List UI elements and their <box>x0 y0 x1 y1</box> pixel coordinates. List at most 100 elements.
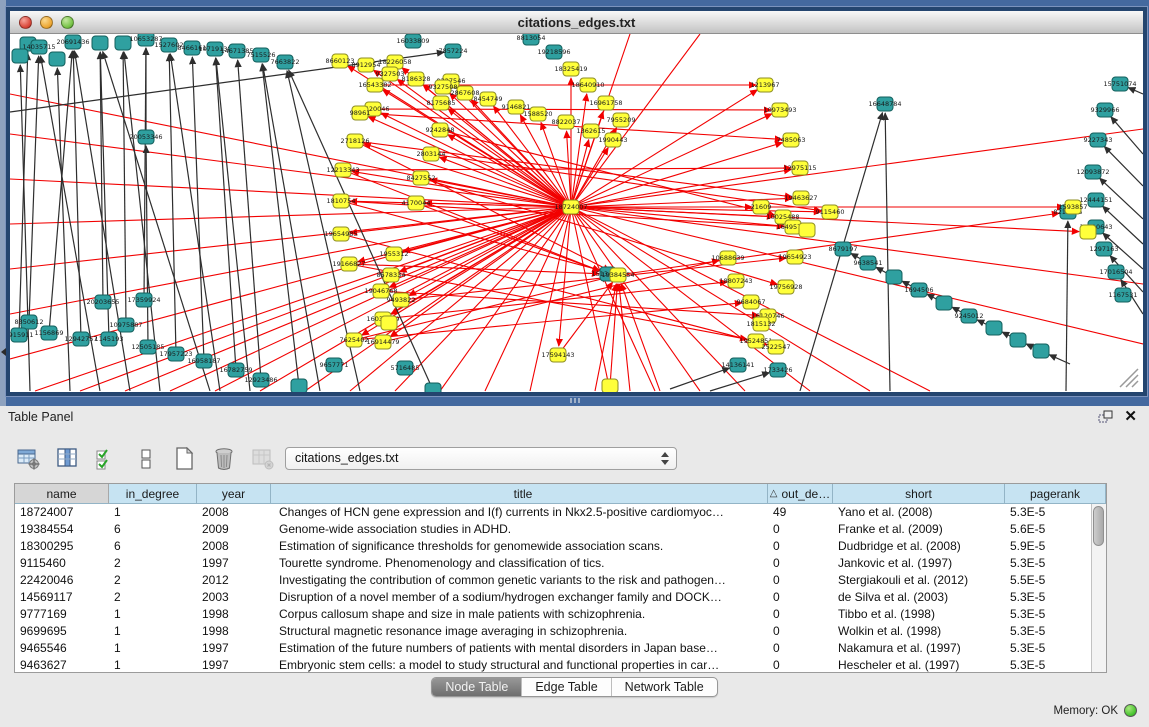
graph-edge[interactable] <box>571 94 587 207</box>
table-row[interactable]: 946554611997Estimation of the future num… <box>15 640 1106 657</box>
graph-node[interactable]: 17016504 <box>1099 265 1132 279</box>
graph-node[interactable]: 16914479 <box>366 335 399 349</box>
graph-edge[interactable] <box>448 135 571 207</box>
graph-node[interactable]: 1297163 <box>1090 242 1119 256</box>
graph-node[interactable]: 1145193 <box>95 332 124 346</box>
graph-node[interactable]: 19166827 <box>332 257 365 271</box>
graph-node[interactable]: 1588520 <box>524 107 553 121</box>
graph-node[interactable]: 16782759 <box>219 363 252 377</box>
graph-edge[interactable] <box>571 207 745 391</box>
graph-edge[interactable] <box>216 58 250 391</box>
column-header-short[interactable]: short <box>833 484 1005 504</box>
graph-node[interactable]: 12975115 <box>783 161 816 175</box>
graph-edge[interactable] <box>29 56 39 322</box>
graph-edge[interactable] <box>619 284 630 391</box>
graph-node[interactable] <box>291 379 307 392</box>
graph-node[interactable]: 8813054 <box>517 34 546 45</box>
graph-node[interactable]: 16961758 <box>589 96 622 110</box>
graph-node[interactable]: 10975887 <box>109 318 142 332</box>
graph-node[interactable] <box>799 223 815 237</box>
table-row[interactable]: 969969511998Structural magnetic resonanc… <box>15 623 1106 640</box>
table-settings-icon[interactable] <box>16 445 42 473</box>
graph-node[interactable]: 12942757 <box>64 332 97 346</box>
graph-node[interactable]: 1156869 <box>35 326 64 340</box>
graph-node[interactable]: 1990443 <box>599 133 628 147</box>
graph-node[interactable]: 7955209 <box>607 113 636 127</box>
graph-node[interactable]: 9227343 <box>1084 133 1113 147</box>
table-row[interactable]: 946362711997Embryonic stem cells: a mode… <box>15 657 1106 672</box>
graph-edge[interactable] <box>1111 117 1143 154</box>
graph-node[interactable]: 8578334 <box>377 268 406 282</box>
table-row[interactable]: 911546021997Tourette syndrome. Phenomeno… <box>15 555 1106 572</box>
graph-node[interactable]: 9242848 <box>426 123 455 137</box>
graph-node[interactable]: 1213967 <box>751 78 780 92</box>
graph-node[interactable]: 2803144 <box>417 147 446 161</box>
graph-edge[interactable] <box>146 146 148 347</box>
new-table-icon[interactable] <box>172 445 198 473</box>
graph-node[interactable] <box>92 36 108 50</box>
unselect-all-icon[interactable] <box>133 445 159 473</box>
graph-node[interactable]: 3915911 <box>10 328 33 342</box>
table-vertical-scrollbar[interactable] <box>1091 504 1106 672</box>
graph-edge[interactable] <box>263 64 320 391</box>
graph-edge[interactable] <box>1104 146 1143 186</box>
table-source-select[interactable]: citations_edges.txt <box>285 447 677 470</box>
graph-node[interactable]: 4170044 <box>402 196 431 210</box>
graph-node[interactable]: 16958187 <box>187 354 220 368</box>
graph-edge[interactable] <box>19 53 28 335</box>
graph-node[interactable]: 19463627 <box>784 191 817 205</box>
graph-edge[interactable] <box>216 58 236 370</box>
graph-node[interactable] <box>1033 344 1049 358</box>
graph-edge[interactable] <box>373 109 771 110</box>
graph-node[interactable]: 7857224 <box>439 44 468 58</box>
table-row[interactable]: 2242004622012Investigating the contribut… <box>15 572 1106 589</box>
tab-node-table[interactable]: Node Table <box>432 678 522 696</box>
graph-node[interactable]: 9684067 <box>737 295 766 309</box>
graph-node[interactable]: 9657771 <box>320 358 349 372</box>
graph-edge[interactable] <box>670 368 730 389</box>
graph-node[interactable]: 19654923 <box>778 250 811 264</box>
graph-node[interactable]: 8660123 <box>326 54 355 68</box>
graph-node[interactable]: 19654985 <box>324 227 357 241</box>
graph-node[interactable] <box>886 270 902 284</box>
graph-node[interactable]: 20053346 <box>129 130 162 144</box>
graph-edge[interactable] <box>1128 88 1143 94</box>
tab-edge-table[interactable]: Edge Table <box>522 678 611 696</box>
network-window-titlebar[interactable]: citations_edges.txt <box>10 11 1143 34</box>
graph-node[interactable]: 5716485 <box>391 361 420 375</box>
close-panel-icon[interactable]: ✕ <box>1124 407 1137 425</box>
network-canvas[interactable]: 1403571520691436106532871527602846616110… <box>10 34 1143 392</box>
graph-node[interactable] <box>936 296 952 310</box>
table-row[interactable]: 1938455462009Genome-wide association stu… <box>15 521 1106 538</box>
column-header-year[interactable]: year <box>197 484 271 504</box>
graph-edge[interactable] <box>710 373 769 391</box>
graph-node[interactable]: 20203655 <box>86 295 119 309</box>
graph-node[interactable]: 19756928 <box>769 280 802 294</box>
column-header-title[interactable]: title <box>271 484 768 504</box>
table-row[interactable]: 977716911998Corpus callosum shape and si… <box>15 606 1106 623</box>
graph-node[interactable]: 1733426 <box>764 363 793 377</box>
show-columns-icon[interactable] <box>55 445 81 473</box>
float-panel-icon[interactable] <box>1098 410 1113 424</box>
graph-node[interactable]: 2522547 <box>762 340 791 354</box>
graph-node[interactable]: 98961 <box>350 106 371 120</box>
graph-node[interactable] <box>986 321 1002 335</box>
graph-edge[interactable] <box>192 57 204 361</box>
graph-node[interactable]: 8679197 <box>829 242 858 256</box>
column-header-name[interactable]: name <box>15 484 109 504</box>
graph-node[interactable]: 1810754 <box>327 194 356 208</box>
table-row[interactable]: 1872400712008Changes of HCN gene express… <box>15 504 1106 521</box>
graph-edge[interactable] <box>170 54 220 391</box>
column-header-out_de[interactable]: △out_de… <box>768 484 833 504</box>
graph-node[interactable]: 1955312 <box>380 247 409 261</box>
graph-edge[interactable] <box>571 34 700 207</box>
graph-node[interactable] <box>602 379 618 392</box>
delete-column-icon[interactable] <box>250 445 276 473</box>
table-row[interactable]: 1830029562008Estimation of significance … <box>15 538 1106 555</box>
tab-network-table[interactable]: Network Table <box>612 678 717 696</box>
graph-node[interactable]: 17594143 <box>541 348 574 362</box>
graph-edge[interactable] <box>262 64 299 386</box>
graph-node[interactable]: 9115460 <box>816 205 845 219</box>
column-header-pagerank[interactable]: pagerank <box>1005 484 1106 504</box>
graph-node[interactable]: 17359924 <box>127 293 160 307</box>
